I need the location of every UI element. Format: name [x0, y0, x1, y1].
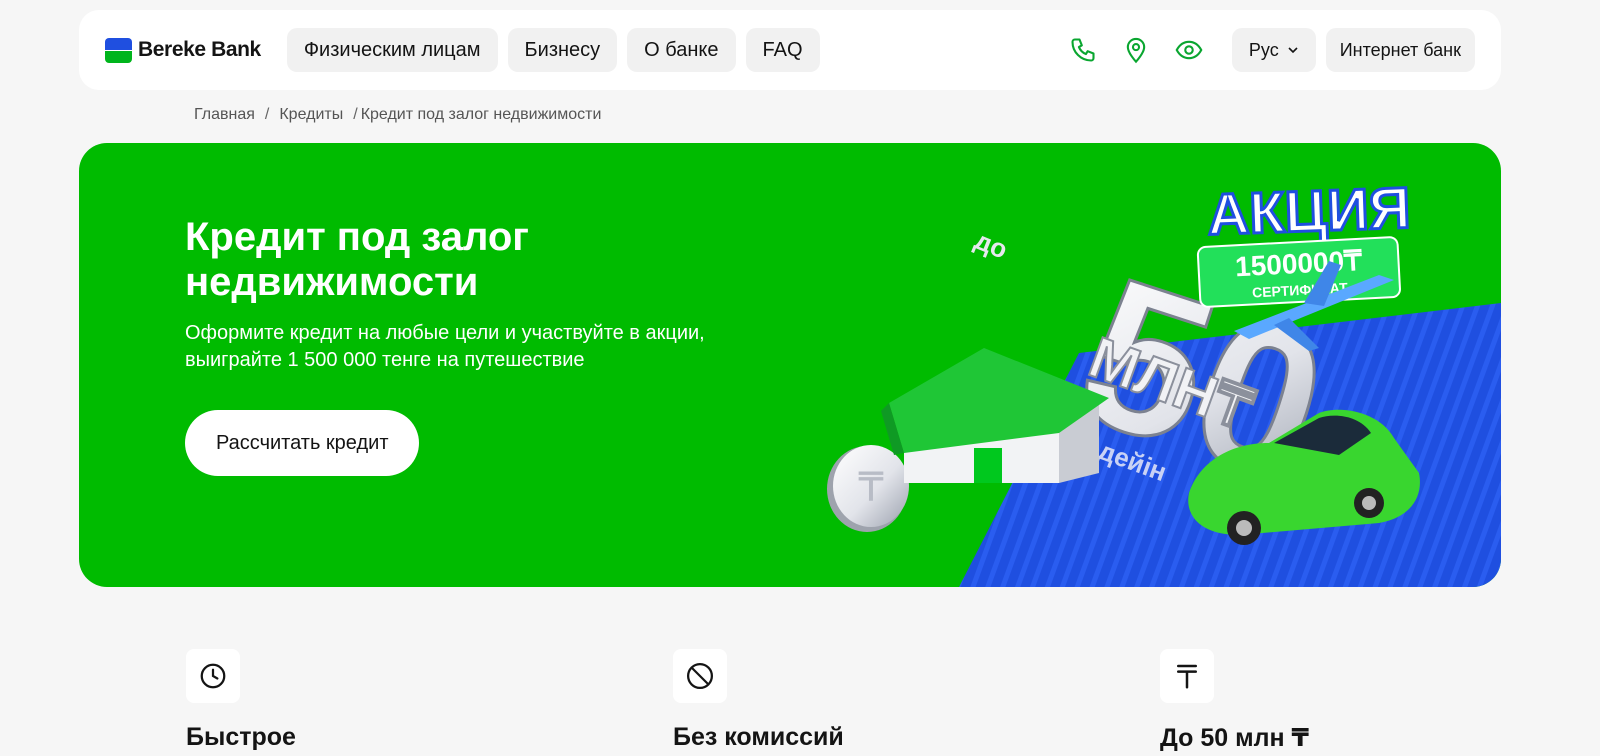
breadcrumb-credits[interactable]: Кредиты [279, 106, 343, 124]
promo-prefix: до [971, 225, 1012, 265]
feature-title: Быстрое [186, 723, 296, 751]
promo-illustration: 50 до МЛН₸ дейін АКЦИЯ 1500000₸ СЕРТИФИК… [827, 174, 1501, 587]
tenge-icon [1160, 649, 1214, 703]
breadcrumb: Главная / Кредиты / Кредит под залог нед… [194, 106, 601, 124]
language-selector[interactable]: Рус [1231, 28, 1316, 72]
hero-subtitle: Оформите кредит на любые цели и участвуй… [185, 320, 745, 374]
bank-logo[interactable]: Bereke Bank [105, 37, 261, 64]
feature-fast: Быстрое [186, 649, 296, 752]
chevron-down-icon [1288, 47, 1298, 54]
hero-subtitle-line2: выиграйте 1 500 000 тенге на путешествие [185, 349, 585, 371]
nav-individuals[interactable]: Физическим лицам [286, 28, 498, 72]
feature-title: До 50 млн ₸ [1160, 724, 1309, 752]
breadcrumb-home[interactable]: Главная [194, 106, 255, 124]
feature-title: Без комиссий [673, 723, 844, 751]
logo-text: Bereke Bank [138, 38, 261, 61]
feature-no-fees: Без комиссий [673, 649, 844, 752]
hero-title-line1: Кредит под залог [185, 215, 529, 259]
nav-business[interactable]: Бизнесу [507, 28, 618, 72]
logo-mark-icon [105, 37, 132, 63]
no-symbol-icon [673, 649, 727, 703]
nav-about[interactable]: О банке [627, 28, 736, 72]
site-header: Bereke Bank Физическим лицам Бизнесу О б… [79, 10, 1501, 90]
hero-title-line2: недвижимости [185, 260, 479, 304]
main-nav: Физическим лицам Бизнесу О банке FAQ [286, 28, 820, 72]
clock-icon [186, 649, 240, 703]
hero-title: Кредит под залог недвижимости [185, 215, 665, 305]
breadcrumb-current: Кредит под залог недвижимости [360, 106, 602, 123]
hero-banner: Кредит под залог недвижимости Оформите к… [79, 143, 1501, 587]
language-label: Рус [1248, 39, 1279, 60]
eye-icon[interactable] [1163, 28, 1216, 72]
breadcrumb-separator: / [264, 106, 270, 123]
calculate-credit-button[interactable]: Рассчитать кредит [185, 410, 420, 476]
breadcrumb-separator: / [353, 106, 358, 123]
phone-icon[interactable] [1057, 28, 1110, 72]
location-pin-icon[interactable] [1110, 28, 1163, 72]
header-actions: Рус Интернет банк [1057, 28, 1475, 72]
internet-bank-button[interactable]: Интернет банк [1325, 28, 1475, 72]
coin-illustration: ₸ [827, 445, 909, 532]
nav-faq[interactable]: FAQ [745, 28, 820, 72]
feature-max-amount: До 50 млн ₸ [1160, 649, 1309, 753]
svg-text:₸: ₸ [858, 465, 884, 511]
promo-certificate: 1500000₸ СЕРТИФИКАТ [1196, 236, 1401, 308]
hero-subtitle-line1: Оформите кредит на любые цели и участвуй… [185, 322, 705, 344]
